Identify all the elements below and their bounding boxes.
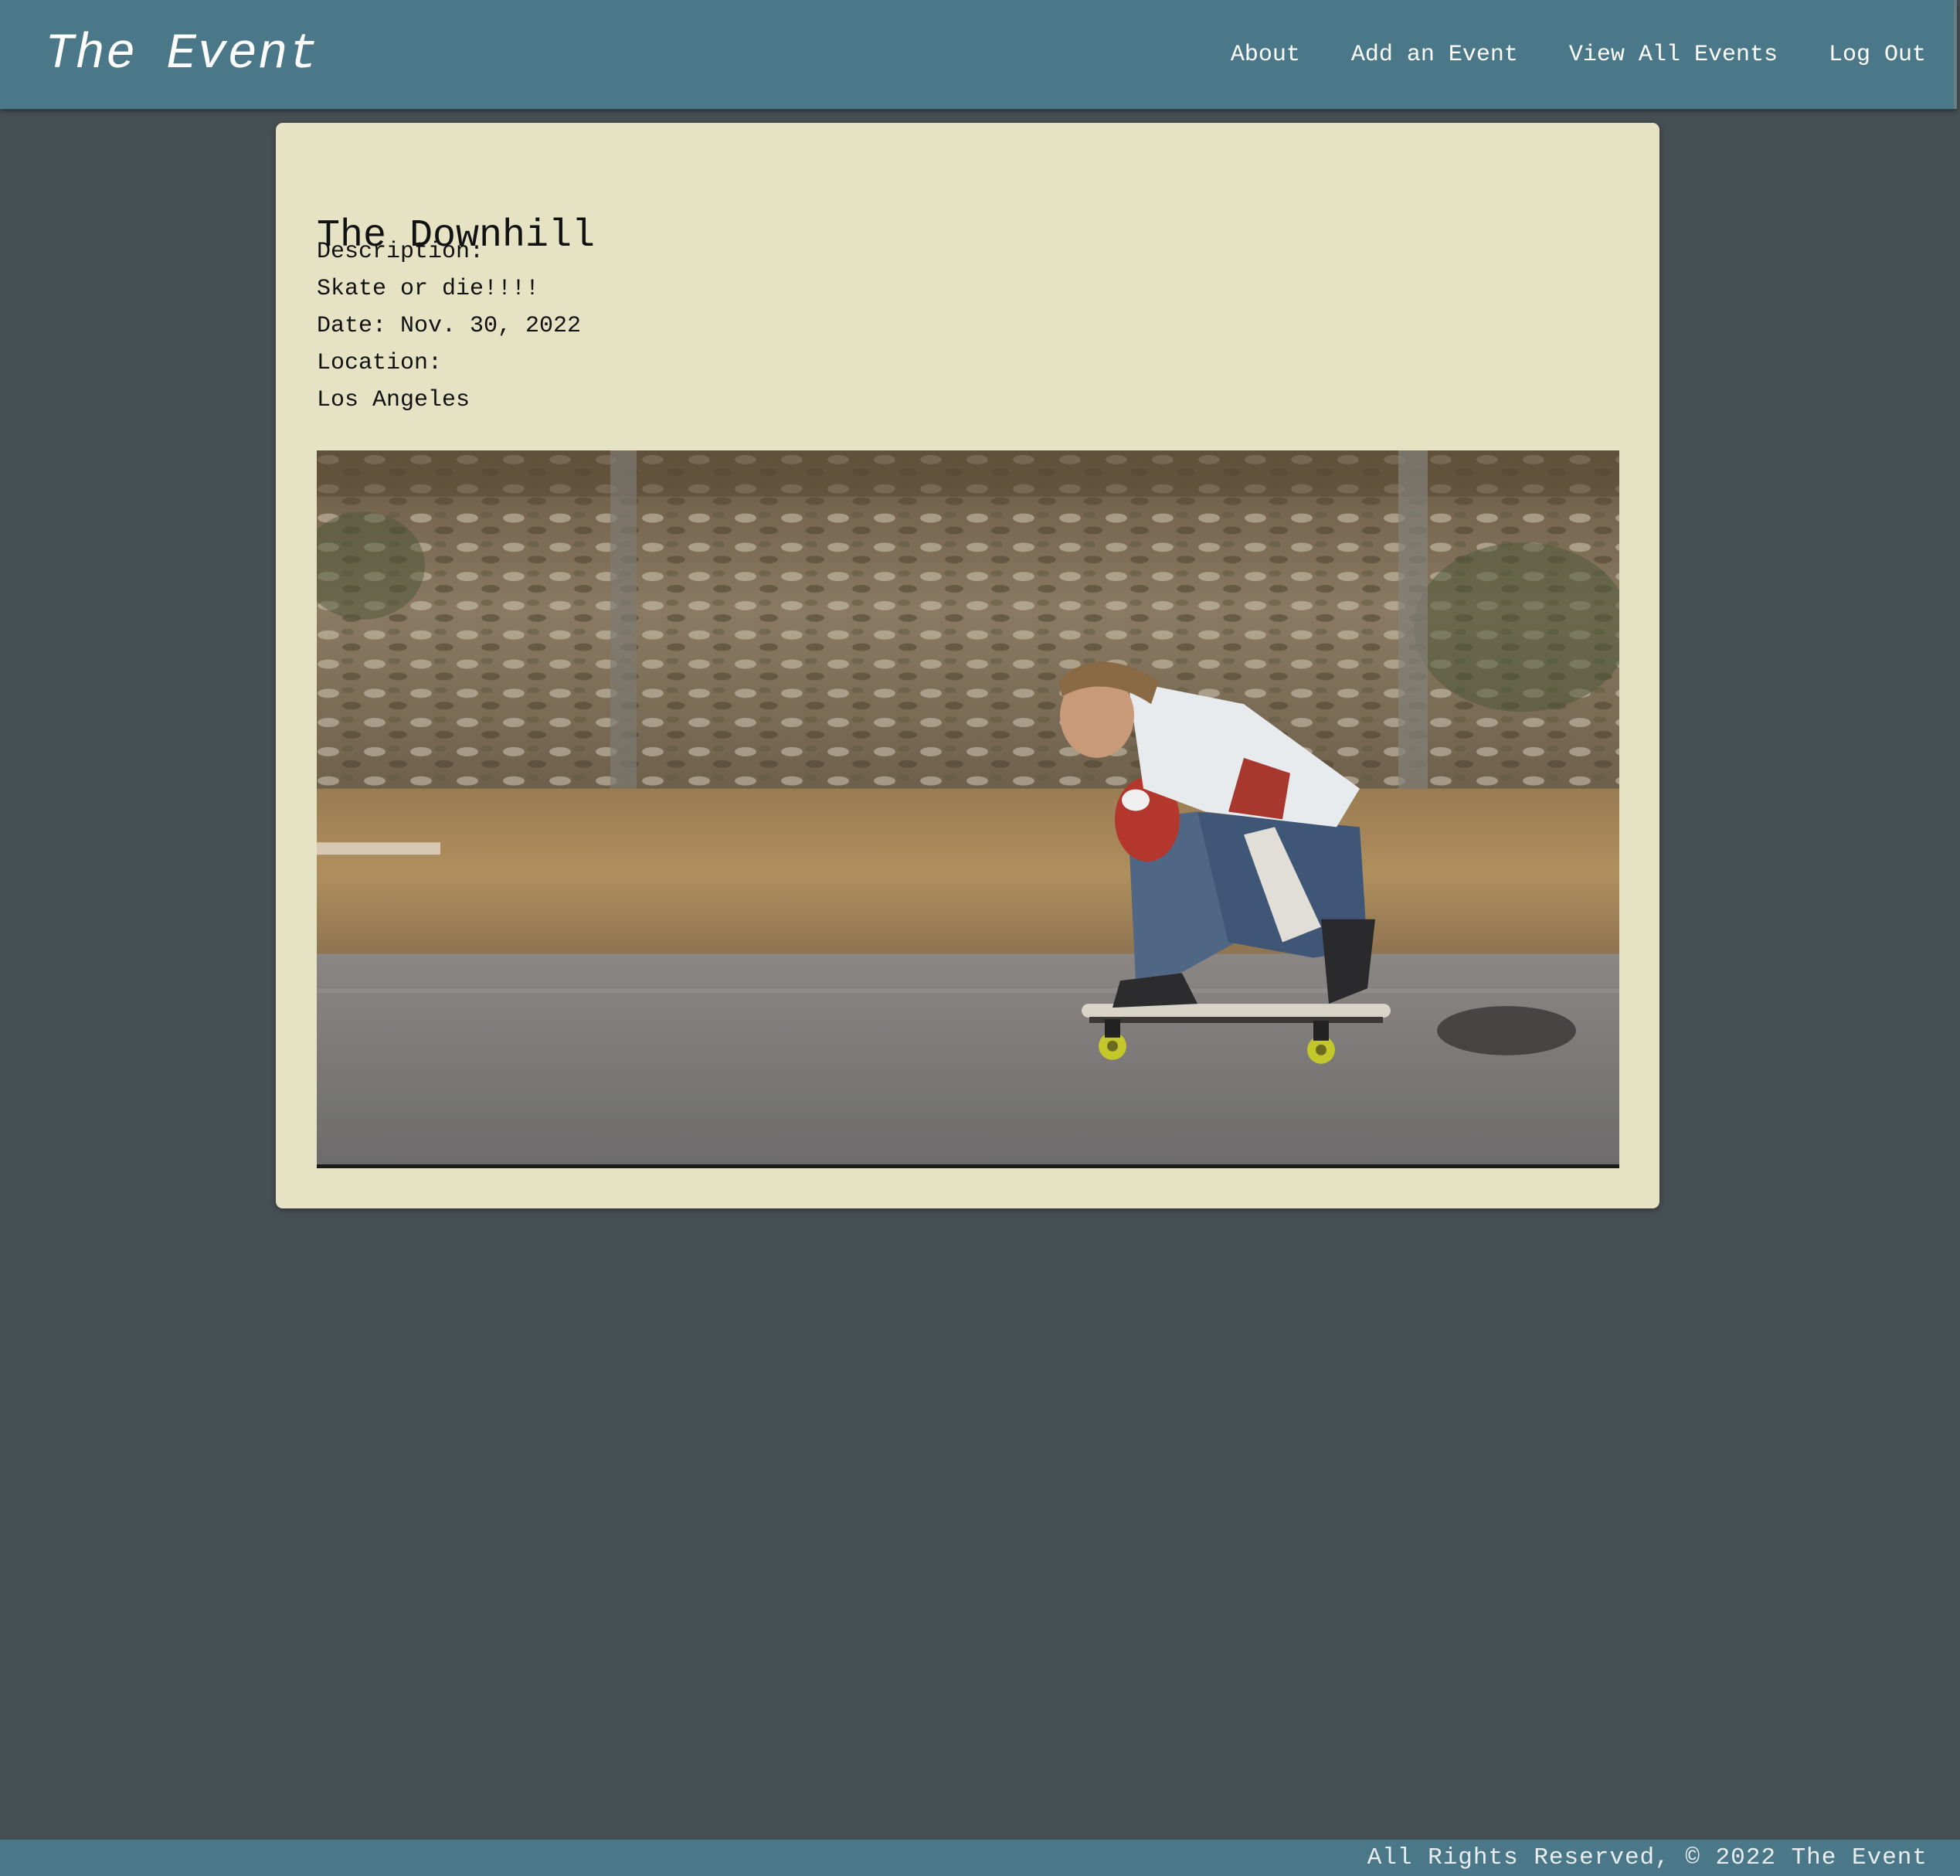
nav-links: About Add an Event View All Events Log O…	[1180, 42, 1926, 68]
footer-copyright: All Rights Reserved, © 2022 The Event	[1367, 1844, 1928, 1871]
nav-link-about[interactable]: About	[1231, 42, 1300, 68]
description-label: Description:	[317, 239, 484, 265]
brand-logo-link[interactable]: The Event	[45, 27, 319, 83]
event-card: The Downhill Description: Skate or die!!…	[276, 123, 1659, 1208]
skateboarder-photo	[317, 450, 1619, 1164]
event-photo	[317, 450, 1619, 1168]
event-date: Date: Nov. 30, 2022	[317, 313, 582, 339]
nav-link-log-out[interactable]: Log Out	[1829, 42, 1926, 68]
description-text: Skate or die!!!!	[317, 276, 540, 302]
event-details: Description: Skate or die!!!! Date: Nov.…	[317, 233, 581, 419]
location-label: Location:	[317, 350, 443, 376]
page-footer: All Rights Reserved, © 2022 The Event	[0, 1840, 1960, 1876]
nav-link-add-event[interactable]: Add an Event	[1351, 42, 1518, 68]
top-navbar: The Event About Add an Event View All Ev…	[0, 0, 1957, 109]
location-text: Los Angeles	[317, 387, 470, 413]
nav-link-view-all-events[interactable]: View All Events	[1569, 42, 1778, 68]
